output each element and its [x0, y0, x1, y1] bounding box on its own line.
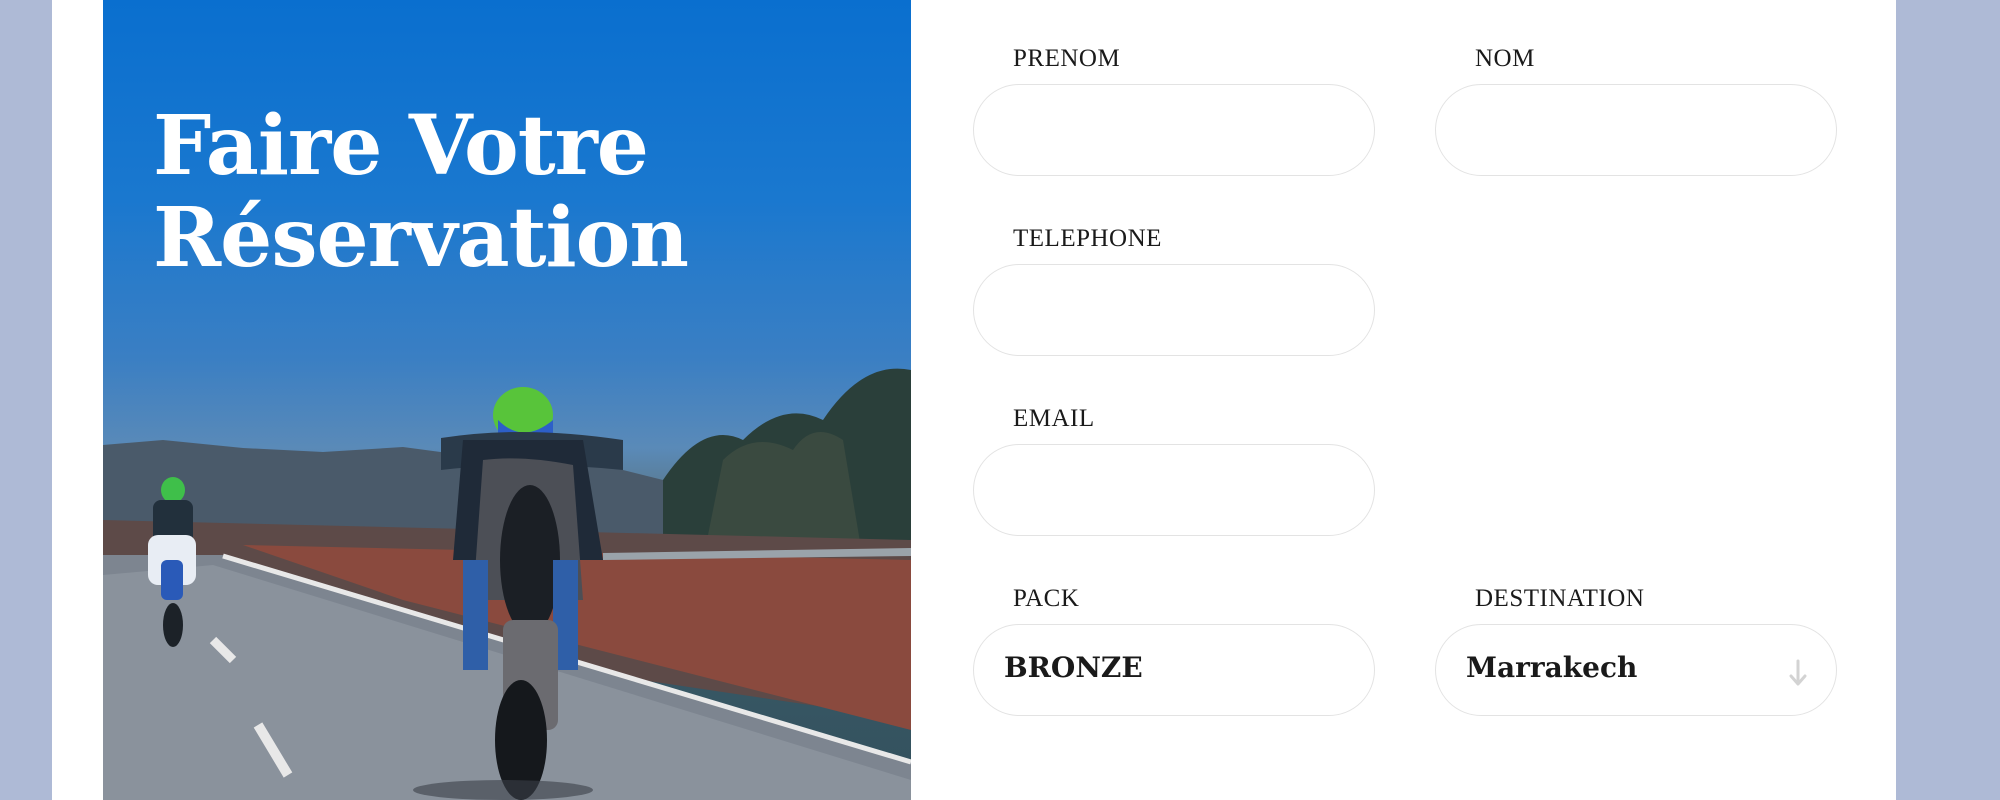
- nom-label: NOM: [1475, 45, 1535, 72]
- destination-select[interactable]: Marrakech: [1435, 624, 1837, 716]
- telephone-label: TELEPHONE: [1013, 225, 1162, 252]
- title-line-2: Réservation: [153, 190, 689, 286]
- destination-selected-value: Marrakech: [1466, 651, 1638, 684]
- title-line-1: Faire Votre: [153, 98, 649, 194]
- arrow-down-icon: [1789, 659, 1807, 686]
- page-title: Faire Votre Réservation: [153, 100, 853, 284]
- hero-image: Faire Votre Réservation: [103, 0, 911, 800]
- pack-label: PACK: [1013, 585, 1080, 612]
- pack-select[interactable]: BRONZE: [973, 624, 1375, 716]
- pack-selected-value: BRONZE: [1004, 651, 1143, 684]
- nom-input[interactable]: [1435, 84, 1837, 176]
- email-label: EMAIL: [1013, 405, 1095, 432]
- telephone-input[interactable]: [973, 264, 1375, 356]
- prenom-label: PRENOM: [1013, 45, 1121, 72]
- email-input[interactable]: [973, 444, 1375, 536]
- destination-label: DESTINATION: [1475, 585, 1645, 612]
- prenom-input[interactable]: [973, 84, 1375, 176]
